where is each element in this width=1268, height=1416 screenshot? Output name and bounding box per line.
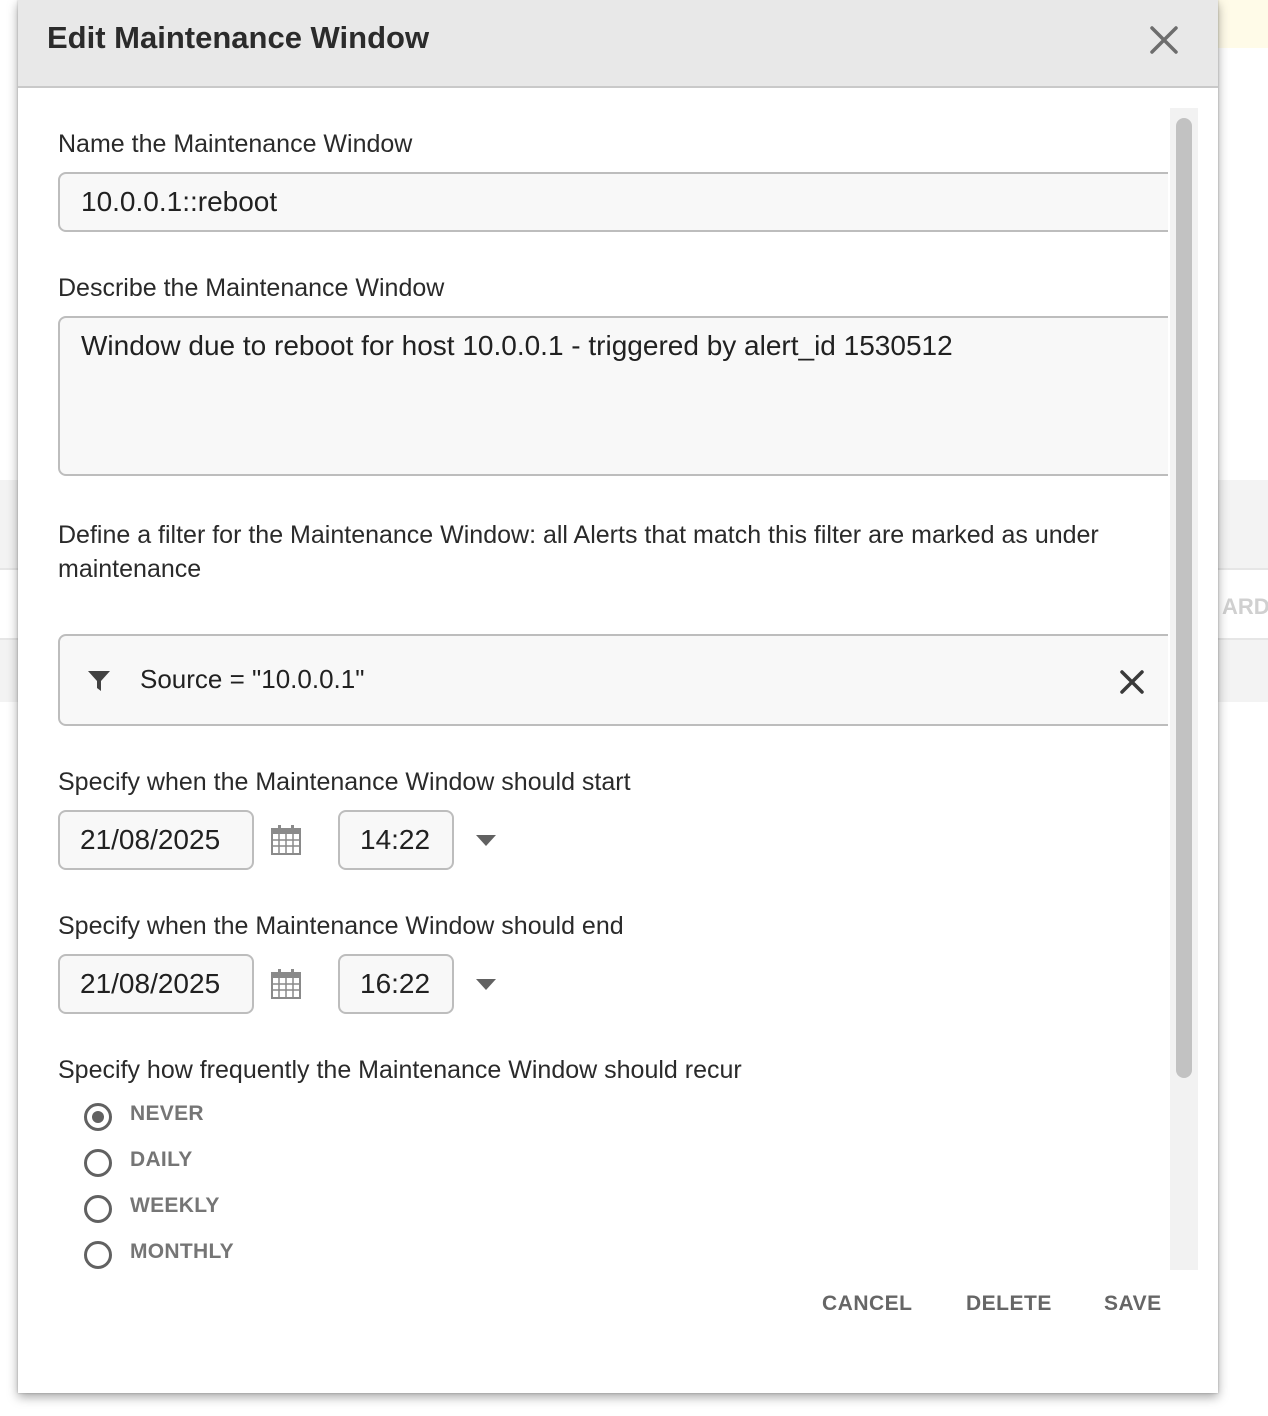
- radio-unselected-icon: [84, 1241, 112, 1269]
- scrollbar-thumb[interactable]: [1176, 118, 1192, 1078]
- dialog-title: Edit Maintenance Window: [47, 20, 430, 55]
- dialog-body: Name the Maintenance Window 10.0.0.1::re…: [18, 88, 1168, 1270]
- radio-label: WEEKLY: [130, 1194, 220, 1217]
- cancel-button[interactable]: CANCEL: [822, 1292, 913, 1316]
- chevron-down-icon[interactable]: [476, 978, 496, 990]
- save-button[interactable]: SAVE: [1104, 1292, 1162, 1316]
- start-date-input[interactable]: 21/08/2025: [58, 810, 254, 870]
- chevron-down-icon[interactable]: [476, 834, 496, 846]
- recurrence-label: Specify how frequently the Maintenance W…: [58, 1056, 742, 1084]
- description-value: Window due to reboot for host 10.0.0.1 -…: [81, 330, 953, 361]
- description-textarea[interactable]: Window due to reboot for host 10.0.0.1 -…: [58, 316, 1168, 476]
- name-input[interactable]: 10.0.0.1::reboot: [58, 172, 1168, 232]
- radio-unselected-icon: [84, 1195, 112, 1223]
- radio-selected-icon: [84, 1103, 112, 1131]
- end-label: Specify when the Maintenance Window shou…: [58, 912, 624, 940]
- calendar-icon[interactable]: [270, 824, 302, 856]
- radio-label: DAILY: [130, 1148, 193, 1171]
- dialog-header: Edit Maintenance Window: [18, 0, 1218, 88]
- end-date-input[interactable]: 21/08/2025: [58, 954, 254, 1014]
- radio-label: MONTHLY: [130, 1240, 234, 1263]
- radio-unselected-icon: [84, 1149, 112, 1177]
- filter-icon: [86, 668, 112, 694]
- clear-filter-icon[interactable]: [1118, 668, 1146, 696]
- delete-button[interactable]: DELETE: [966, 1292, 1052, 1316]
- edit-maintenance-window-dialog: Edit Maintenance Window Name the Mainten…: [18, 0, 1218, 1393]
- calendar-icon[interactable]: [270, 968, 302, 1000]
- start-time-input[interactable]: 14:22: [338, 810, 454, 870]
- radio-label: NEVER: [130, 1102, 204, 1125]
- description-label: Describe the Maintenance Window: [58, 274, 445, 302]
- close-icon[interactable]: [1144, 20, 1184, 60]
- filter-label: Define a filter for the Maintenance Wind…: [58, 521, 1099, 583]
- name-label: Name the Maintenance Window: [58, 130, 413, 158]
- end-time-input[interactable]: 16:22: [338, 954, 454, 1014]
- start-label: Specify when the Maintenance Window shou…: [58, 768, 631, 796]
- scrollbar[interactable]: [1170, 108, 1198, 1270]
- filter-box[interactable]: Source = "10.0.0.1": [58, 634, 1168, 726]
- background-button-label: ARD: [1222, 594, 1268, 619]
- filter-expression: Source = "10.0.0.1": [140, 664, 365, 694]
- name-value: 10.0.0.1::reboot: [81, 186, 278, 217]
